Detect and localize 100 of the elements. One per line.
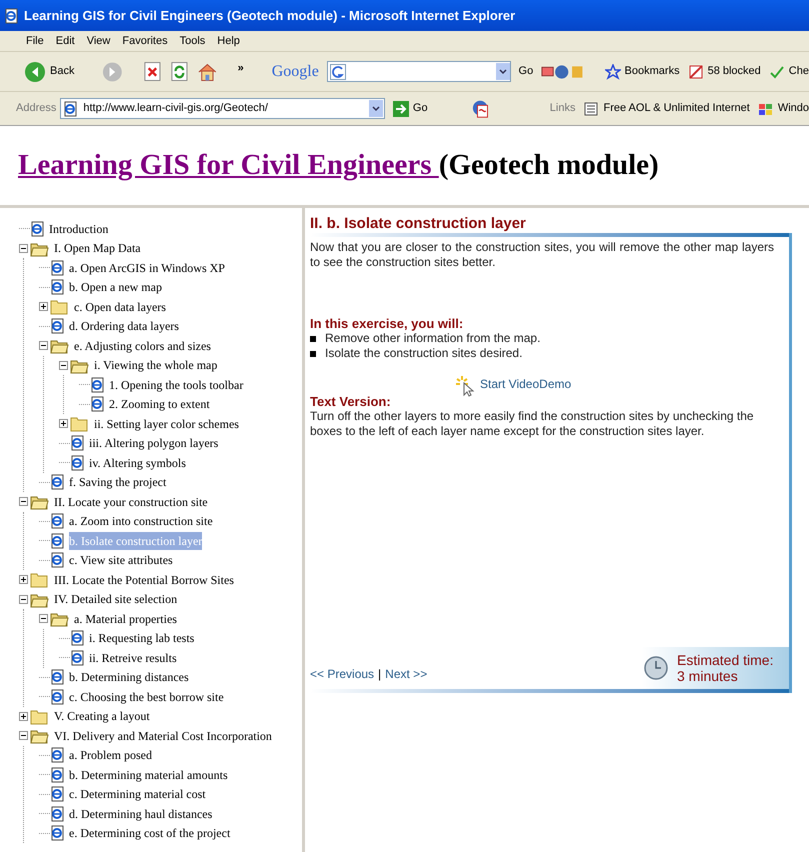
estimated-time-value: 3 minutes (677, 668, 739, 684)
ie-page-icon (30, 220, 46, 237)
tree-item[interactable]: ii. Setting layer color schemes (94, 414, 239, 433)
lesson-heading: II. b. Isolate construction layer (310, 214, 527, 233)
g-icon (330, 64, 346, 80)
dropdown-icon (368, 100, 383, 117)
clock-icon (643, 656, 669, 680)
tree-item[interactable]: V. Creating a layout (54, 707, 150, 726)
bullet-icon (310, 350, 316, 356)
address-label: Address (16, 101, 56, 116)
tree-item[interactable]: b. Determining material amounts (69, 766, 228, 784)
tree-item[interactable]: I. Open Map Data (54, 239, 141, 258)
ie-page-icon (50, 260, 66, 276)
tree-item[interactable]: d. Ordering data layers (69, 317, 179, 336)
menu-item[interactable]: View (80, 32, 116, 50)
stop-icon (143, 60, 162, 82)
star-icon (604, 64, 621, 80)
video-demo-link[interactable]: Start VideoDemo (456, 380, 786, 400)
go-button[interactable]: Go (392, 100, 428, 117)
tree-item[interactable]: b. Determining distances (69, 668, 189, 686)
ie-page-icon (50, 766, 66, 783)
tree-item[interactable]: i. Viewing the whole map (94, 356, 218, 374)
page-icon (583, 100, 600, 116)
tree-item[interactable]: a. Problem posed (69, 746, 152, 764)
ie-page-icon (50, 747, 66, 764)
menu-item[interactable]: Favorites (116, 32, 174, 50)
go-button[interactable]: Go (518, 63, 534, 80)
ie-page-icon (50, 669, 66, 686)
tree-item[interactable]: ii. Retreive results (89, 648, 177, 667)
tree-item[interactable]: 1. Opening the tools toolbar (109, 376, 244, 394)
spellcheck-button[interactable]: Che (768, 63, 809, 80)
ie-page-icon (70, 454, 86, 471)
text-version-heading: Text Version: (310, 394, 392, 409)
tree-item[interactable]: IV. Detailed site selection (54, 590, 178, 608)
tree-item[interactable]: iii. Altering polygon layers (89, 434, 218, 452)
tree-item[interactable]: III. Locate the Potential Borrow Sites (54, 570, 234, 589)
bullet-text: Remove other information from the map. (325, 331, 540, 346)
ie-page-icon (50, 513, 66, 530)
tree-item[interactable]: c. View site attributes (69, 551, 173, 570)
tree-item[interactable]: II. Locate your construction site (54, 492, 208, 511)
ie-page-icon (50, 318, 66, 334)
tree-item[interactable]: c. Choosing the best borrow site (69, 688, 224, 706)
tree-item[interactable]: f. Saving the project (69, 473, 166, 492)
ie-page-icon (63, 100, 80, 116)
google-logo: Google (272, 62, 319, 82)
blocked-icon (688, 64, 704, 80)
tree-item[interactable]: c. Open data layers (74, 298, 166, 316)
arrow-icon (392, 100, 409, 116)
ie-page-icon (90, 376, 106, 393)
dropdown-icon (496, 63, 510, 80)
tree-item[interactable]: a. Zoom into construction site (69, 512, 213, 530)
tree-item[interactable]: VI. Delivery and Material Cost Incorporation (54, 726, 272, 745)
search-field[interactable] (326, 61, 511, 82)
back-button[interactable]: Back (20, 60, 78, 82)
tree-item[interactable]: b. Open a new map (69, 278, 162, 296)
tree-item[interactable]: a. Material properties (74, 610, 177, 628)
menu-item[interactable]: File (20, 32, 50, 50)
menu-item[interactable]: Edit (50, 32, 81, 50)
intro-paragraph: Now that you are closer to the construction sites, you will remove the other map layers to see the construction sites better. (310, 240, 775, 270)
bookmarks-button[interactable]: Bookmarks (604, 63, 680, 80)
pdf-icon (472, 98, 490, 118)
folder-icon (70, 415, 89, 432)
address-field[interactable]: http://www.learn-civil-gis.org/Geotech/ (60, 98, 385, 119)
ie-page-icon (70, 650, 86, 666)
link-button[interactable]: Free AOL & Unlimited Internet (583, 100, 750, 117)
tree-item[interactable]: i. Requesting lab tests (89, 629, 194, 648)
page-title-link[interactable]: Learning GIS for Civil Engineers (18, 144, 439, 188)
refresh-icon (170, 60, 189, 82)
link-button[interactable]: Windo (758, 100, 809, 117)
links-label: Links (550, 101, 576, 116)
tree-item[interactable]: d. Determining haul distances (69, 804, 212, 823)
text-version-paragraph: Turn off the other layers to more easily find the construction sites by unchecking the boxes to the left of each layer name except for the construction sites layer. (310, 409, 755, 439)
tree-item[interactable]: c. Determining material cost (69, 785, 206, 804)
tree-item[interactable]: iv. Altering symbols (89, 454, 186, 472)
tree-item[interactable]: e. Determining cost of the project (69, 824, 230, 842)
ie-page-icon (90, 396, 106, 412)
ie-page-icon (50, 786, 66, 802)
bullet-text: Isolate the construction sites desired. (325, 346, 522, 361)
window-title: Learning GIS for Civil Engineers (Geotech module) - Microsoft Internet Explorer (24, 6, 516, 25)
page-title: (Geotech module) (438, 148, 659, 183)
ie-page-icon (70, 630, 86, 646)
popup-blocker-button[interactable]: 58 blocked (688, 63, 761, 80)
ie-page-icon (50, 688, 66, 705)
ie-page-icon (50, 825, 66, 842)
toolbar-buttons-icon (541, 62, 585, 80)
ie-page-icon (50, 474, 66, 490)
link-separator: | (378, 666, 382, 683)
tree-item[interactable]: a. Open ArcGIS in Windows XP (69, 258, 225, 277)
tree-item[interactable]: 2. Zooming to extent (109, 395, 210, 414)
tree-item[interactable]: Introduction (49, 220, 108, 238)
next-link[interactable]: Next >> (385, 665, 428, 683)
estimated-time-label: Estimated time: (677, 652, 774, 668)
toolbar-overflow-chevron[interactable]: » (238, 60, 244, 76)
folder-icon (50, 298, 69, 316)
bullet-icon (310, 336, 316, 342)
previous-link[interactable]: << Previous (310, 665, 374, 683)
menu-item[interactable]: Help (211, 32, 246, 50)
tree-item[interactable]: e. Adjusting colors and sizes (74, 336, 211, 355)
ie-page-icon (4, 8, 20, 24)
menu-item[interactable]: Tools (174, 32, 212, 50)
